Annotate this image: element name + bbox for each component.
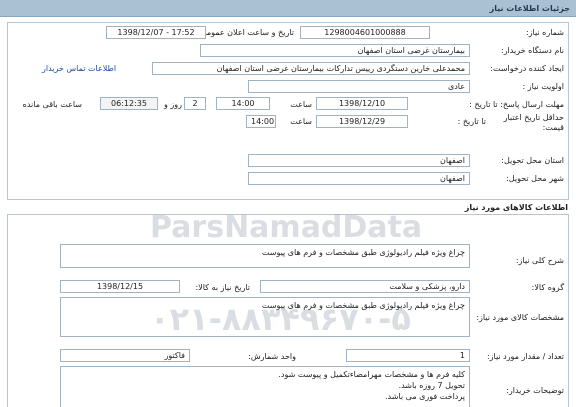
remaining-label: ساعت باقی مانده (22, 100, 82, 109)
unit-field: فاکتور (60, 349, 190, 362)
priority-label: اولویت نیاز : (522, 82, 564, 91)
city-field: اصفهان (248, 172, 470, 185)
goods-section-title: اطلاعات کالاهای مورد نیاز (464, 203, 568, 212)
price-validity-label: حداقل تاریخ اعتبار قیمت: (494, 113, 564, 133)
buyer-org-label: نام دستگاه خریدار: (501, 46, 564, 55)
general-desc-label: شرح کلی نیاز: (515, 256, 564, 265)
announce-field: 1398/12/07 - 17:52 (106, 26, 206, 39)
province-label: استان محل تحویل: (501, 156, 564, 165)
days-field: 2 (184, 97, 206, 110)
remaining-time-field: 06:12:35 (100, 97, 158, 110)
requester-field: محمدعلی خارین دستگردی رییس تدارکات بیمار… (152, 62, 470, 75)
group-label: گروه کالا: (531, 283, 564, 292)
price-validity-label-text: حداقل تاریخ اعتبار قیمت: (503, 113, 564, 132)
buyer-notes-line-3: پرداخت فوری می باشد. (385, 392, 465, 401)
reply-time-field: 14:00 (216, 97, 270, 110)
price-time-field: 14:00 (246, 115, 276, 128)
spec-box: چراغ ویژه فیلم رادیولوژی طبق مشخصات و فر… (60, 297, 470, 337)
group-field: دارو، پزشکی و سلامت (260, 280, 470, 293)
buyer-notes-label: توضیحات خریدار: (506, 386, 564, 395)
price-validity-to-label: تا تاریخ : (457, 117, 486, 126)
buyer-contact-link[interactable]: اطلاعات تماس خریدار (42, 64, 116, 73)
price-time-label: ساعت (290, 117, 312, 126)
reply-time-label: ساعت (290, 100, 312, 109)
unit-label: واحد شمارش: (248, 352, 296, 361)
quantity-label: تعداد / مقدار مورد نیاز: (486, 352, 564, 361)
city-label: شهر محل تحویل: (506, 174, 564, 183)
buyer-notes-line-2: تحویل 7 روزه باشد. (398, 381, 465, 390)
buyer-notes-box: کلیه فرم ها و مشخصات مهرامضاءتکمیل و پیو… (60, 366, 470, 407)
need-date-field: 1398/12/15 (60, 280, 180, 293)
province-field: اصفهان (248, 154, 470, 167)
buyer-org-field: بیمارستان غرضی استان اصفهان (200, 44, 470, 57)
page-title: جزئیات اطلاعات نیاز (489, 4, 570, 13)
days-label: روز و (164, 100, 182, 109)
price-date-field: 1398/12/29 (316, 115, 408, 128)
page-header: جزئیات اطلاعات نیاز (0, 0, 576, 17)
requester-label: ایجاد کننده درخواست: (490, 64, 564, 73)
need-number-field: 1298004601000888 (300, 26, 430, 39)
spec-label: مشخصات کالای مورد نیاز: (476, 313, 564, 322)
buyer-notes-line-1: کلیه فرم ها و مشخصات مهرامضاءتکمیل و پیو… (278, 370, 465, 379)
reply-deadline-label: مهلت ارسال پاسخ: تا تاریخ : (469, 100, 564, 109)
quantity-field: 1 (346, 349, 470, 362)
need-date-label: تاریخ نیاز به کالا: (195, 283, 250, 292)
need-number-label: شماره نیاز: (526, 28, 564, 37)
general-desc-box: چراغ ویژه فیلم رادیولوژی طبق مشخصات و فر… (60, 244, 470, 268)
announce-label: تاریخ و ساعت اعلان عمومی: (197, 28, 294, 37)
reply-date-field: 1398/12/10 (316, 97, 408, 110)
priority-field: عادی (248, 80, 470, 93)
